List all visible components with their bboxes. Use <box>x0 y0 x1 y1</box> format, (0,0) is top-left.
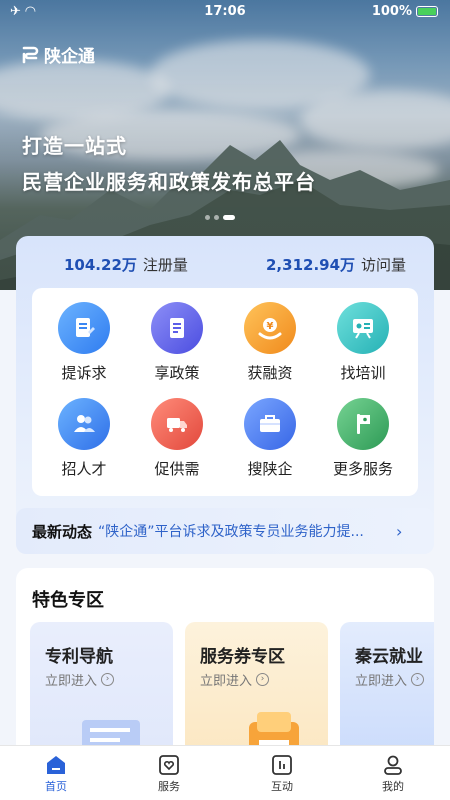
battery-icon <box>416 6 438 17</box>
feature-card-link[interactable]: 立即进入 › <box>200 670 270 689</box>
finance-yuan-icon: ¥ <box>244 302 296 354</box>
feature-card-title: 服务券专区 <box>200 647 285 667</box>
news-headline[interactable]: “陕企通”平台诉求及政策专员业务能力提... <box>98 521 388 541</box>
tab-profile[interactable]: 我的 <box>348 752 438 794</box>
feature-card-link[interactable]: 立即进入 › <box>45 670 115 689</box>
chevron-right-icon[interactable]: › <box>396 522 402 541</box>
tab-label: 服务 <box>158 780 180 793</box>
service-search-enterprise[interactable]: 搜陕企 <box>225 398 315 479</box>
service-heart-icon <box>124 752 214 778</box>
interaction-icon <box>237 752 327 778</box>
service-label: 找培训 <box>340 364 386 382</box>
tab-service[interactable]: 服务 <box>124 752 214 794</box>
home-icon <box>11 752 101 778</box>
stat-visits: 2,312.94万 访问量 <box>266 254 406 275</box>
section-title: 特色专区 <box>32 590 104 611</box>
service-get-financing[interactable]: ¥ 获融资 <box>225 302 315 383</box>
carousel-dot-active[interactable] <box>223 215 235 220</box>
app-logo-text: 陕企通 <box>44 47 95 67</box>
stat-label: 访问量 <box>361 256 407 274</box>
more-flag-icon <box>337 398 389 450</box>
stats-row: 104.22万 注册量 2,312.94万 访问量 <box>16 254 434 276</box>
training-board-icon <box>337 302 389 354</box>
latest-news-bar[interactable]: 最新动态 “陕企通”平台诉求及政策专员业务能力提... › <box>16 508 434 554</box>
service-enjoy-policy[interactable]: 享政策 <box>132 302 222 383</box>
tab-interaction[interactable]: 互动 <box>237 752 327 794</box>
service-label: 提诉求 <box>61 364 107 382</box>
stat-registrations: 104.22万 注册量 <box>64 254 188 275</box>
talent-people-icon <box>58 398 110 450</box>
featured-zone: 特色专区 专利导航 立即进入 › 服务券专区 立即进入 › 秦云就业 立即进入 › <box>16 568 434 768</box>
carousel-dots <box>205 215 235 220</box>
carousel-dot[interactable] <box>214 215 219 220</box>
service-label: 促供需 <box>154 460 200 478</box>
hero-headline-2: 民营企业服务和政策发布总平台 <box>22 170 316 194</box>
feature-card-link[interactable]: 立即进入 › <box>355 670 425 689</box>
service-find-training[interactable]: 找培训 <box>318 302 408 383</box>
bottom-tab-bar: 首页 服务 互动 我的 <box>0 745 450 800</box>
service-label: 获融资 <box>247 364 293 382</box>
tab-label: 首页 <box>45 780 67 793</box>
status-bar: ✈ ◠ 17:06 100% <box>0 0 450 24</box>
stat-label: 注册量 <box>142 256 188 274</box>
svg-text:¥: ¥ <box>267 321 274 332</box>
service-supply-demand[interactable]: 促供需 <box>132 398 222 479</box>
chevron-right-icon: › <box>101 673 115 686</box>
tab-home[interactable]: 首页 <box>11 752 101 794</box>
briefcase-icon <box>244 398 296 450</box>
stats-services-card: 104.22万 注册量 2,312.94万 访问量 提诉求 享政策 ¥ 获融资 <box>16 236 434 554</box>
tab-label: 互动 <box>271 780 293 793</box>
service-grid: 提诉求 享政策 ¥ 获融资 找培训 招人才 促供需 搜陕企 更多服务 <box>32 288 418 496</box>
policy-document-icon <box>151 302 203 354</box>
chevron-right-icon: › <box>256 673 270 686</box>
tab-label: 我的 <box>382 780 404 793</box>
service-label: 搜陕企 <box>247 460 293 478</box>
service-more[interactable]: 更多服务 <box>318 398 408 479</box>
hero-headline-1: 打造一站式 <box>22 134 127 158</box>
service-submit-request[interactable]: 提诉求 <box>39 302 129 383</box>
feature-card-title: 秦云就业 <box>355 647 423 667</box>
service-label: 享政策 <box>154 364 200 382</box>
news-title: 最新动态 <box>32 522 93 541</box>
chevron-right-icon: › <box>411 673 425 686</box>
profile-icon <box>348 752 438 778</box>
service-label: 更多服务 <box>332 460 393 478</box>
logo-icon <box>22 46 39 63</box>
app-logo: 陕企通 <box>20 42 95 67</box>
service-recruit-talent[interactable]: 招人才 <box>39 398 129 479</box>
carousel-dot[interactable] <box>205 215 210 220</box>
stat-value: 104.22万 <box>64 256 137 274</box>
battery-percent: 100% <box>371 4 412 19</box>
supply-truck-icon <box>151 398 203 450</box>
document-edit-icon <box>58 302 110 354</box>
stat-value: 2,312.94万 <box>266 256 356 274</box>
feature-card-title: 专利导航 <box>45 647 113 667</box>
service-label: 招人才 <box>61 460 107 478</box>
